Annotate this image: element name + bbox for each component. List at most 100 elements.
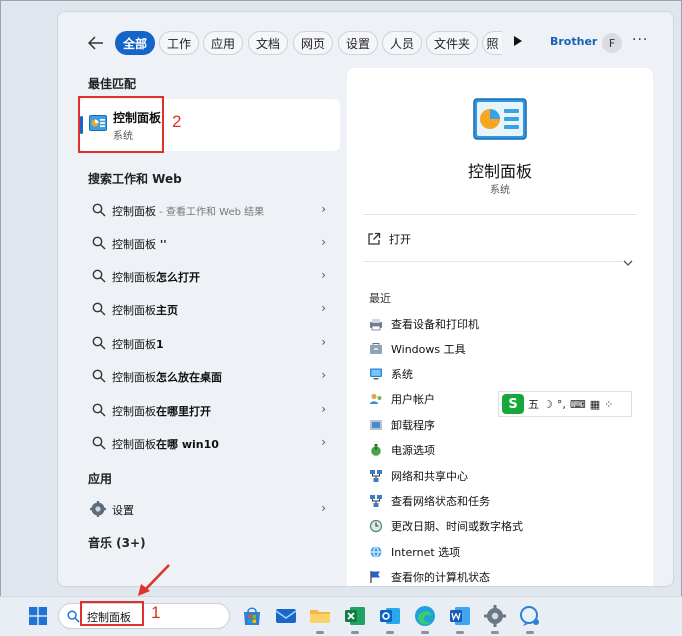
web-result-item[interactable]: 控制面板在哪 win10 › — [80, 428, 340, 458]
internet-options-icon — [370, 546, 382, 559]
recent-item[interactable]: 电源选项 — [369, 440, 435, 460]
windows-tools-icon — [370, 343, 382, 354]
search-icon — [92, 269, 106, 283]
network-sharing-icon — [370, 470, 382, 482]
tab-work[interactable]: 工作 — [159, 31, 199, 55]
microsoft-store-icon[interactable] — [240, 604, 264, 628]
recent-item[interactable]: 查看设备和打印机 — [369, 314, 479, 334]
search-icon — [92, 369, 106, 383]
running-indicator — [491, 631, 499, 634]
open-action[interactable]: 打开 — [367, 229, 411, 249]
settings-gear-icon[interactable] — [483, 604, 507, 628]
keyboard-icon[interactable]: ⌨ — [570, 398, 586, 411]
back-button[interactable] — [84, 32, 108, 54]
play-right-icon — [514, 36, 522, 46]
power-options-icon — [371, 444, 381, 456]
control-panel-large-icon — [473, 98, 527, 140]
web-search-heading: 搜索工作和 Web — [88, 172, 182, 186]
running-indicator — [456, 631, 464, 634]
search-icon — [92, 236, 106, 250]
recent-item[interactable]: 更改日期、时间或数字格式 — [369, 516, 523, 536]
web-result-item[interactable]: 控制面板怎么放在桌面 › — [80, 361, 340, 391]
ime-toolbar[interactable]: S 五 ☽ °, ⌨ ▦ ⁘ — [498, 391, 632, 417]
recent-item[interactable]: 查看你的计算机状态 — [369, 567, 490, 586]
search-filter-tabs: 全部 工作 应用 文档 网页 设置 人员 文件夹 照 Brother F ··· — [58, 12, 673, 72]
outlook-icon[interactable] — [378, 604, 402, 628]
settings-app-label: 设置 — [112, 504, 134, 517]
tab-people[interactable]: 人员 — [382, 31, 422, 55]
tab-folders[interactable]: 文件夹 — [426, 31, 478, 55]
web-result-text: 控制面板1 — [112, 338, 164, 351]
web-result-text: 控制面板在哪 win10 — [112, 438, 219, 451]
moon-icon[interactable]: ☽ — [543, 398, 553, 411]
divider — [363, 261, 623, 262]
running-indicator — [526, 631, 534, 634]
system-monitor-icon — [370, 368, 382, 380]
search-icon — [92, 436, 106, 450]
skin-icon[interactable]: ▦ — [590, 398, 600, 411]
tab-photos[interactable]: 照 — [482, 31, 502, 55]
web-result-text: 控制面板 '' — [112, 238, 167, 251]
avatar[interactable]: F — [602, 33, 622, 53]
recent-item[interactable]: 卸载程序 — [369, 415, 435, 435]
web-result-text: 控制面板怎么打开 — [112, 271, 200, 284]
devices-printers-icon — [370, 319, 382, 331]
file-explorer-icon[interactable] — [308, 604, 332, 628]
uninstall-program-icon — [370, 420, 382, 430]
recent-item[interactable]: 系统 — [369, 364, 413, 384]
search-icon — [92, 403, 106, 417]
chevron-right-icon: › — [321, 301, 326, 315]
annotation-arrow — [138, 564, 170, 596]
tab-web[interactable]: 网页 — [293, 31, 333, 55]
web-result-text: 控制面板主页 — [112, 304, 178, 317]
settings-app-item[interactable]: 设置 › — [80, 494, 340, 524]
web-result-item[interactable]: 控制面板 - 查看工作和 Web 结果 › — [80, 195, 340, 225]
chevron-right-icon: › — [321, 235, 326, 249]
punctuation-mode[interactable]: °, — [557, 398, 566, 411]
chevron-down-icon[interactable] — [623, 256, 633, 270]
security-flag-icon — [370, 571, 380, 583]
tabs-scroll-right-button[interactable] — [513, 35, 525, 51]
web-result-item[interactable]: 控制面板 '' › — [80, 228, 340, 258]
mail-icon[interactable] — [274, 604, 298, 628]
detail-title: 控制面板 — [467, 162, 532, 181]
excel-icon[interactable] — [343, 604, 367, 628]
tab-documents[interactable]: 文档 — [248, 31, 288, 55]
search-icon — [67, 610, 80, 623]
web-result-item[interactable]: 控制面板1 › — [80, 328, 340, 358]
ime-input-mode[interactable]: 五 — [528, 396, 539, 412]
recent-item[interactable]: 查看网络状态和任务 — [369, 491, 490, 511]
recent-item[interactable]: Internet 选项 — [369, 542, 460, 562]
recent-item[interactable]: 网络和共享中心 — [369, 466, 468, 486]
web-result-text: 控制面板怎么放在桌面 — [112, 371, 222, 384]
arrow-left-icon — [88, 36, 103, 50]
chevron-right-icon: › — [321, 268, 326, 282]
ime-logo[interactable]: S — [502, 394, 524, 414]
open-external-icon — [368, 232, 381, 245]
chevron-right-icon: › — [321, 335, 326, 349]
account-label[interactable]: Brother — [550, 35, 597, 48]
windows-start-icon[interactable] — [29, 607, 47, 625]
more-options-button[interactable]: ··· — [632, 32, 648, 48]
music-heading[interactable]: 音乐 (3+) — [88, 534, 146, 551]
web-result-item[interactable]: 控制面板怎么打开 › — [80, 261, 340, 291]
edge-browser-icon[interactable] — [413, 604, 437, 628]
web-result-item[interactable]: 控制面板主页 › — [80, 294, 340, 324]
word-icon[interactable] — [448, 604, 472, 628]
annotation-number-2: 2 — [172, 112, 182, 131]
feedback-chat-icon[interactable] — [518, 604, 542, 628]
tab-all[interactable]: 全部 — [115, 31, 155, 55]
recent-item[interactable]: Windows 工具 — [369, 339, 466, 359]
recent-item[interactable]: 用户帐户 — [369, 389, 435, 409]
detail-pane: 控制面板 系统 打开 最近 查看设备和打印机 Windows 工具 系统 用户帐… — [347, 68, 653, 586]
web-result-text: 控制面板在哪里打开 — [112, 405, 211, 418]
detail-subtitle: 系统 — [490, 185, 510, 196]
tab-apps[interactable]: 应用 — [203, 31, 243, 55]
tab-settings[interactable]: 设置 — [338, 31, 378, 55]
chevron-right-icon: › — [321, 501, 326, 515]
apps-grid-icon[interactable]: ⁘ — [604, 398, 613, 411]
search-icon — [92, 302, 106, 316]
web-result-item[interactable]: 控制面板在哪里打开 › — [80, 395, 340, 425]
running-indicator — [316, 631, 324, 634]
annotation-box-1 — [80, 601, 144, 626]
